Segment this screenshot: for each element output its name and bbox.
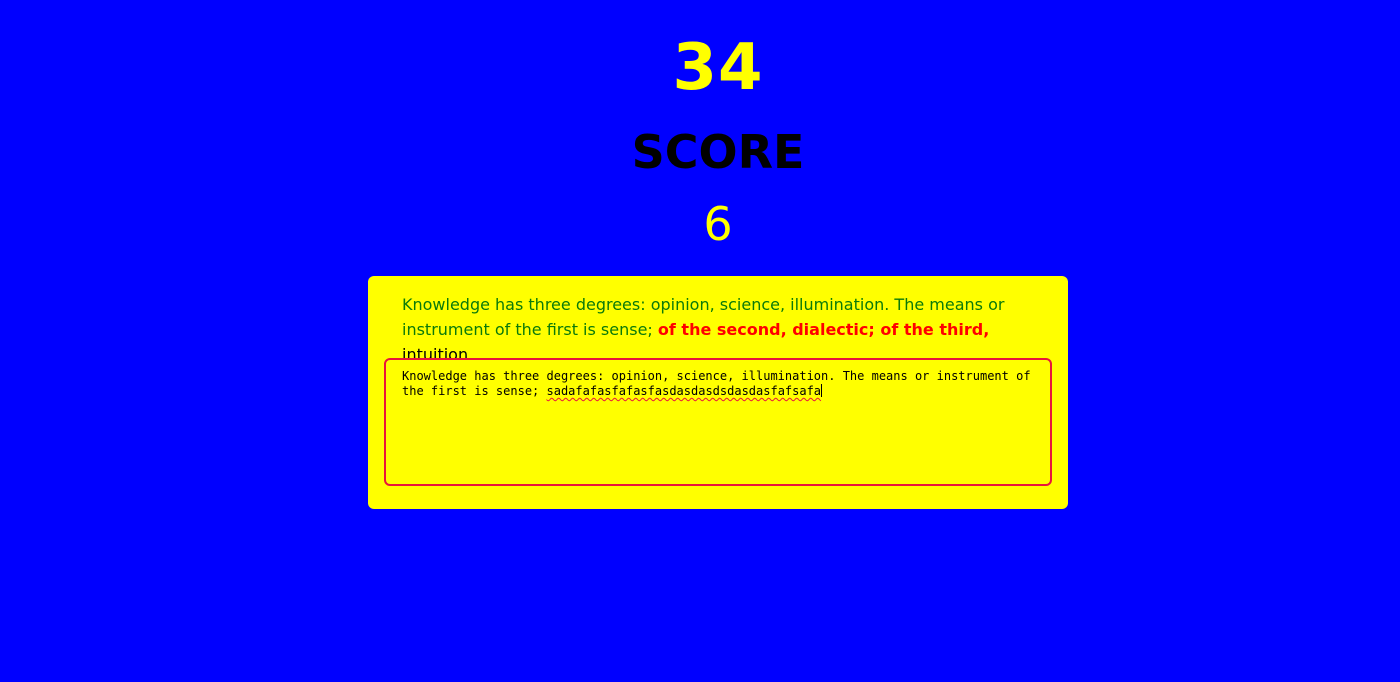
typed-error-text: sadafafasfafasfasdasdasdsdasdasfafsafa <box>546 384 822 398</box>
quote-text: Knowledge has three degrees: opinion, sc… <box>402 292 1042 367</box>
score-label: SCORE <box>631 125 805 179</box>
typing-input[interactable]: Knowledge has three degrees: opinion, sc… <box>384 358 1052 486</box>
text-caret <box>821 384 823 397</box>
score-value: 6 <box>703 197 733 251</box>
typing-card: Knowledge has three degrees: opinion, sc… <box>368 276 1068 509</box>
countdown-timer: 34 <box>672 31 764 105</box>
quote-error-text: of the second, dialectic; of the third, <box>657 320 990 339</box>
